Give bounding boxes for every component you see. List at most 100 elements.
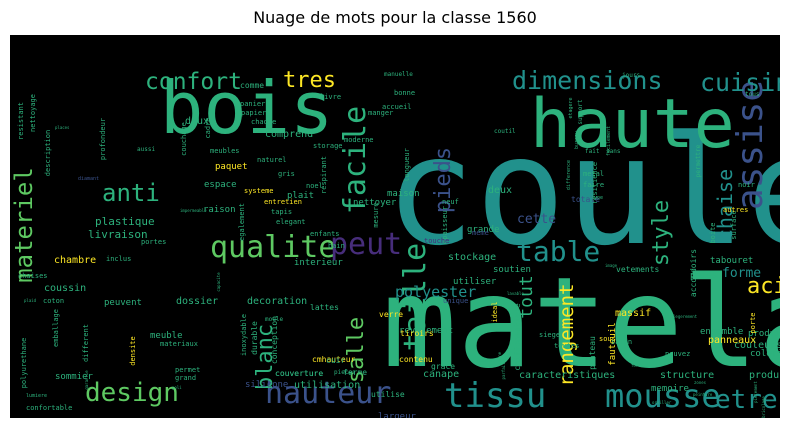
word-soutien: soutien	[493, 265, 531, 275]
word-entretien: entretien	[264, 198, 302, 206]
word-plastique: plastique	[95, 215, 155, 228]
word-touche: touche	[424, 237, 449, 245]
word-meubles: meubles	[210, 147, 240, 155]
word-chaque: chaque	[251, 118, 276, 126]
word-deux: deux	[488, 185, 512, 196]
word-gris: gris	[278, 170, 295, 178]
word-cuir: cuir	[326, 356, 345, 365]
word-couverture: couverture	[275, 369, 323, 378]
word-memoire: memoire	[651, 384, 689, 394]
word-materiel: materiel	[10, 167, 38, 283]
word-difference: difference	[566, 160, 572, 190]
word-bureau: bureau	[574, 131, 580, 149]
word-design: design	[85, 378, 179, 408]
word-profondeur: profondeur	[99, 118, 107, 160]
word-porte: porte	[749, 312, 757, 333]
word-faire: faire	[583, 181, 604, 189]
word-particules: particules	[640, 300, 665, 305]
word-utilisation: utilisation	[294, 380, 360, 391]
word-fait: fait	[585, 148, 600, 155]
word-comprend: comprend	[265, 129, 313, 140]
word-produits: produits	[749, 370, 780, 381]
word-bain: bain	[328, 242, 345, 250]
word-peuvent: peuvent	[104, 298, 142, 308]
word-oreiller: oreiller	[652, 400, 672, 405]
word-table: table	[516, 235, 600, 268]
word-bricolage: bricolage	[761, 396, 766, 418]
word-panier: panier	[240, 100, 265, 108]
word-style: style	[649, 200, 674, 266]
word-tissu: tissu	[444, 376, 546, 416]
word-livraison: livraison	[88, 228, 148, 241]
word-enfants: enfants	[310, 230, 340, 238]
word-toutes: toutes	[554, 342, 579, 350]
word-noel: noel	[306, 182, 323, 190]
word-etre: etre	[715, 385, 778, 415]
word-nettoyage: nettoyage	[29, 94, 37, 132]
word-jours: jours	[622, 72, 640, 79]
word-dossier: dossier	[176, 296, 218, 307]
word-chambre: chambre	[54, 255, 96, 266]
chart-title: Nuage de mots pour la classe 1560	[253, 8, 537, 27]
word-cuisine: cuisine	[700, 68, 780, 97]
word-coussin: coussin	[44, 283, 86, 294]
word-tapis: tapis	[271, 208, 292, 216]
word-largeur: largeur	[378, 412, 417, 418]
word-lumiere: lumiere	[26, 393, 47, 399]
word-manuelle: manuelle	[384, 71, 413, 78]
word-forfait: forfait	[631, 363, 648, 368]
word-longueur: longueur	[403, 148, 411, 182]
word-elegant: elegant	[276, 218, 306, 226]
word-pietement: pietement	[753, 381, 758, 403]
word-garantie: garantie	[84, 370, 89, 390]
word-caracteristiques: caracteristiques	[519, 370, 615, 381]
word-neuf: neuf	[442, 198, 459, 206]
word-siege: siege	[539, 331, 560, 339]
word-permettre: permettre	[695, 144, 702, 177]
word-interieur: interieur	[294, 258, 343, 268]
word-utilise: utilise	[371, 390, 405, 399]
word-cadeau: cadeau	[477, 358, 492, 363]
word-support: support	[577, 99, 584, 125]
word-massif: massif	[615, 308, 651, 319]
word-vetements: vetements	[616, 265, 660, 274]
word-durable: durable	[250, 321, 259, 355]
word-mesure: mesure	[372, 202, 380, 227]
word-capacite: capacite	[216, 272, 221, 292]
word-storage: storage	[313, 142, 343, 150]
word-plateau: plateau	[588, 336, 597, 370]
word-cadre: cadre	[204, 117, 212, 138]
word-coton: coton	[43, 297, 64, 305]
word-coutil: coutil	[494, 128, 516, 135]
word-tabouret: tabouret	[710, 256, 753, 266]
word-ensemble: ensemble	[700, 327, 743, 337]
word-materiaux: materiaux	[160, 340, 198, 348]
word-polyurethane: polyurethane	[20, 338, 28, 389]
word-moule: moule	[265, 316, 283, 323]
word-grand: grand	[175, 374, 196, 382]
word-accueil: accueil	[382, 103, 412, 111]
word-tres: tres	[283, 68, 336, 93]
word-bonne: bonne	[394, 89, 415, 97]
word-structure: structure	[660, 370, 714, 381]
word-paquet: paquet	[215, 162, 248, 172]
word-legerement: legerement	[673, 314, 698, 319]
word-lavable: lavable	[507, 291, 524, 296]
word-forme: forme	[722, 266, 761, 281]
word-silicone: silicone	[245, 380, 288, 390]
word-portes: portes	[141, 238, 166, 246]
word-unique: unique	[443, 297, 468, 305]
word-parfait: parfait	[501, 362, 506, 379]
word-poli: poli	[172, 385, 182, 390]
word-utiliser: utiliser	[453, 277, 497, 287]
word-description: description	[44, 130, 52, 176]
word-meme: meme	[472, 229, 489, 237]
word-contenu: contenu	[399, 355, 433, 364]
word-impermeable: impermeable	[180, 208, 207, 213]
word-salon: salon	[611, 338, 632, 346]
word-egalement: egalement	[238, 203, 246, 241]
word-cloud: couleurmatelasboishautetissumoussehauteu…	[10, 35, 780, 418]
word-different: different	[82, 324, 90, 362]
word-inclus: inclus	[106, 255, 131, 263]
word-livre: livre	[320, 93, 341, 101]
